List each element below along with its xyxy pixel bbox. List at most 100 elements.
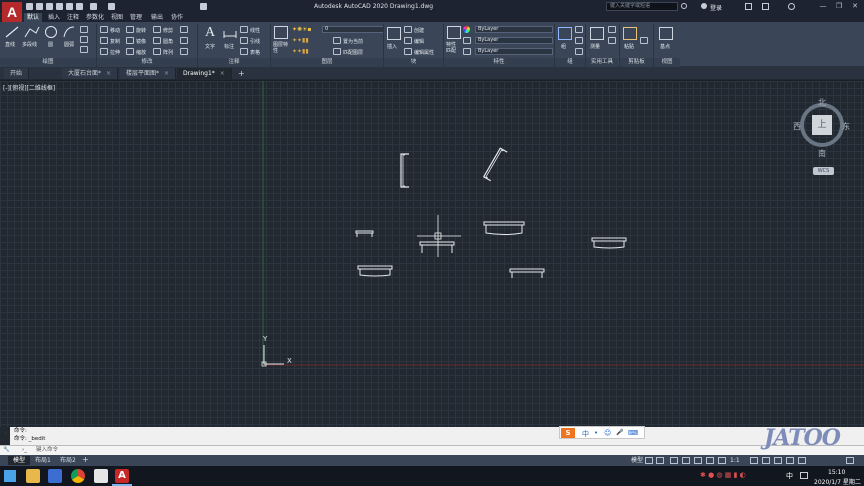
quick-calc-icon[interactable] xyxy=(608,26,616,33)
draw-panel-title[interactable]: 绘图 xyxy=(0,58,96,67)
model-space-button[interactable]: 模型 xyxy=(628,456,646,465)
tab-model[interactable]: 模型 xyxy=(8,456,31,465)
close-tab-icon[interactable]: × xyxy=(220,70,225,77)
notes-icon[interactable] xyxy=(94,469,108,483)
match-layer-button[interactable]: 匹配图层 xyxy=(343,49,363,56)
rectangle-icon[interactable] xyxy=(80,26,88,33)
drawing-canvas[interactable]: [-][俯视][二维线框] Y X xyxy=(0,80,864,427)
layer-dropdown[interactable]: 0 xyxy=(322,26,384,33)
close-tab-icon[interactable]: × xyxy=(106,70,111,77)
block-panel-title[interactable]: 块 xyxy=(384,58,443,67)
base-view-button[interactable]: 基点 xyxy=(660,43,670,50)
lineweight-toggle-icon[interactable] xyxy=(706,457,714,464)
taskbar-date[interactable]: 2020/1/7 星期二 xyxy=(814,477,861,486)
tab-annotate[interactable]: 注释 xyxy=(64,13,82,22)
minimize-button[interactable]: — xyxy=(818,2,828,11)
workspace-icon[interactable] xyxy=(762,457,770,464)
viewcube-top-face[interactable]: 上 xyxy=(812,115,832,135)
modify-panel-title[interactable]: 修改 xyxy=(97,58,197,67)
command-line-close-icon[interactable]: ✕ xyxy=(3,430,8,437)
group-select-icon[interactable] xyxy=(575,48,583,55)
layer-more-icons[interactable]: ✦✦▮▮ xyxy=(292,48,320,55)
tab-drawing1[interactable]: Drawing1* × xyxy=(177,68,232,79)
isolate-objects-icon[interactable] xyxy=(774,457,782,464)
leader-button[interactable]: 引线 xyxy=(250,38,260,45)
mirror-button[interactable]: 镜像 xyxy=(136,38,146,45)
autocad-app-menu-button[interactable]: A xyxy=(2,2,22,22)
explode-icon[interactable] xyxy=(180,37,188,44)
move-button[interactable]: 移动 xyxy=(110,27,120,34)
stretch-button[interactable]: 拉伸 xyxy=(110,49,120,56)
edit-attributes-button[interactable]: 编辑属性 xyxy=(414,49,434,56)
ime-toolbar[interactable]: S 中 • ☺ 🎤 ⌨ xyxy=(559,426,645,439)
open-file-icon[interactable] xyxy=(36,3,43,10)
help-icon[interactable] xyxy=(788,3,795,10)
linear-dimension-button[interactable]: 线性 xyxy=(250,27,260,34)
new-file-icon[interactable] xyxy=(26,3,33,10)
command-input-bar[interactable]: 🔧 ›_ 键入命令 xyxy=(0,445,864,455)
scale-dropdown[interactable]: 1:1 xyxy=(730,456,740,465)
annotation-scale-icon[interactable] xyxy=(718,457,726,464)
restore-button[interactable]: ❐ xyxy=(834,2,844,11)
compass-west[interactable]: 西 xyxy=(793,121,801,132)
customize-quick-access-icon[interactable] xyxy=(200,3,207,10)
tab-layout1[interactable]: 布局1 xyxy=(30,456,56,465)
layers-panel-title[interactable]: 图层 xyxy=(271,58,383,67)
search-input[interactable]: 键入关键字或短语 xyxy=(606,2,678,11)
lineweight-dropdown[interactable]: ByLayer xyxy=(475,37,553,44)
command-input[interactable]: 键入命令 xyxy=(36,446,58,455)
wcs-menu[interactable]: WCS xyxy=(813,167,834,175)
groups-panel-title[interactable]: 组 xyxy=(555,58,585,67)
circle-button[interactable]: 圆 xyxy=(48,41,53,48)
taskbar-time[interactable]: 15:10 xyxy=(828,469,845,476)
undo-icon[interactable] xyxy=(90,3,97,10)
ime-keyboard-icon[interactable]: ⌨ xyxy=(628,429,638,437)
tab-file-2[interactable]: 楼层平面图* × xyxy=(120,68,177,79)
wrench-icon[interactable]: 🔧 xyxy=(3,446,10,455)
print-icon[interactable] xyxy=(76,3,83,10)
chrome-icon[interactable] xyxy=(71,469,85,483)
ungroup-icon[interactable] xyxy=(575,26,583,33)
linetype-dropdown[interactable]: ByLayer xyxy=(475,48,553,55)
measure-button[interactable]: 测量 xyxy=(590,43,600,50)
table-button[interactable]: 表格 xyxy=(250,49,260,56)
app-icon[interactable] xyxy=(48,469,62,483)
group-button[interactable]: 组 xyxy=(561,43,566,50)
rotate-button[interactable]: 旋转 xyxy=(136,27,146,34)
tab-view[interactable]: 视图 xyxy=(108,13,126,22)
tab-insert[interactable]: 插入 xyxy=(45,13,63,22)
tray-icons[interactable]: ✱ ● ◍ ▦ ▮ ◐ xyxy=(700,471,746,479)
id-point-icon[interactable] xyxy=(608,37,616,44)
tab-file-1[interactable]: 大厦石台面* × xyxy=(62,68,119,79)
volume-icon[interactable] xyxy=(800,472,808,479)
login-link[interactable]: 登录 xyxy=(710,3,722,12)
viewcube[interactable]: 上 北 南 东 西 xyxy=(793,98,850,158)
layer-tools-icons[interactable]: ✦✦▮▮ xyxy=(292,37,320,44)
ime-punctuation-icon[interactable]: • xyxy=(594,429,598,437)
dimension-button[interactable]: 标注 xyxy=(224,43,234,50)
make-current-button[interactable]: 置为当前 xyxy=(343,38,363,45)
create-block-button[interactable]: 创建 xyxy=(414,27,424,34)
line-button[interactable]: 直线 xyxy=(5,41,15,48)
region-icon[interactable] xyxy=(80,46,88,53)
polar-icon[interactable] xyxy=(682,457,690,464)
edit-block-button[interactable]: 编辑 xyxy=(414,38,424,45)
tab-output[interactable]: 输出 xyxy=(148,13,166,22)
utilities-panel-title[interactable]: 实用工具 xyxy=(586,58,618,67)
clipboard-panel-title[interactable]: 剪贴板 xyxy=(620,58,653,67)
redo-icon[interactable] xyxy=(108,3,115,10)
sogou-logo[interactable]: S xyxy=(561,428,575,438)
insert-block-button[interactable]: 插入 xyxy=(387,43,397,50)
save-icon[interactable] xyxy=(46,3,53,10)
tab-start[interactable]: 开始 xyxy=(4,68,30,79)
properties-panel-title[interactable]: 特性 xyxy=(444,58,554,67)
tab-parametric[interactable]: 参数化 xyxy=(83,13,107,22)
tab-manage[interactable]: 管理 xyxy=(127,13,145,22)
paste-button[interactable]: 粘贴 xyxy=(624,43,634,50)
ime-indicator[interactable]: 中 xyxy=(786,471,793,481)
tab-home[interactable]: 默认 xyxy=(24,13,43,22)
settings-icon[interactable] xyxy=(750,457,758,464)
text-button[interactable]: 文字 xyxy=(205,43,215,50)
group-edit-icon[interactable] xyxy=(575,37,583,44)
layer-properties-button[interactable]: 图层特性 xyxy=(273,42,289,54)
